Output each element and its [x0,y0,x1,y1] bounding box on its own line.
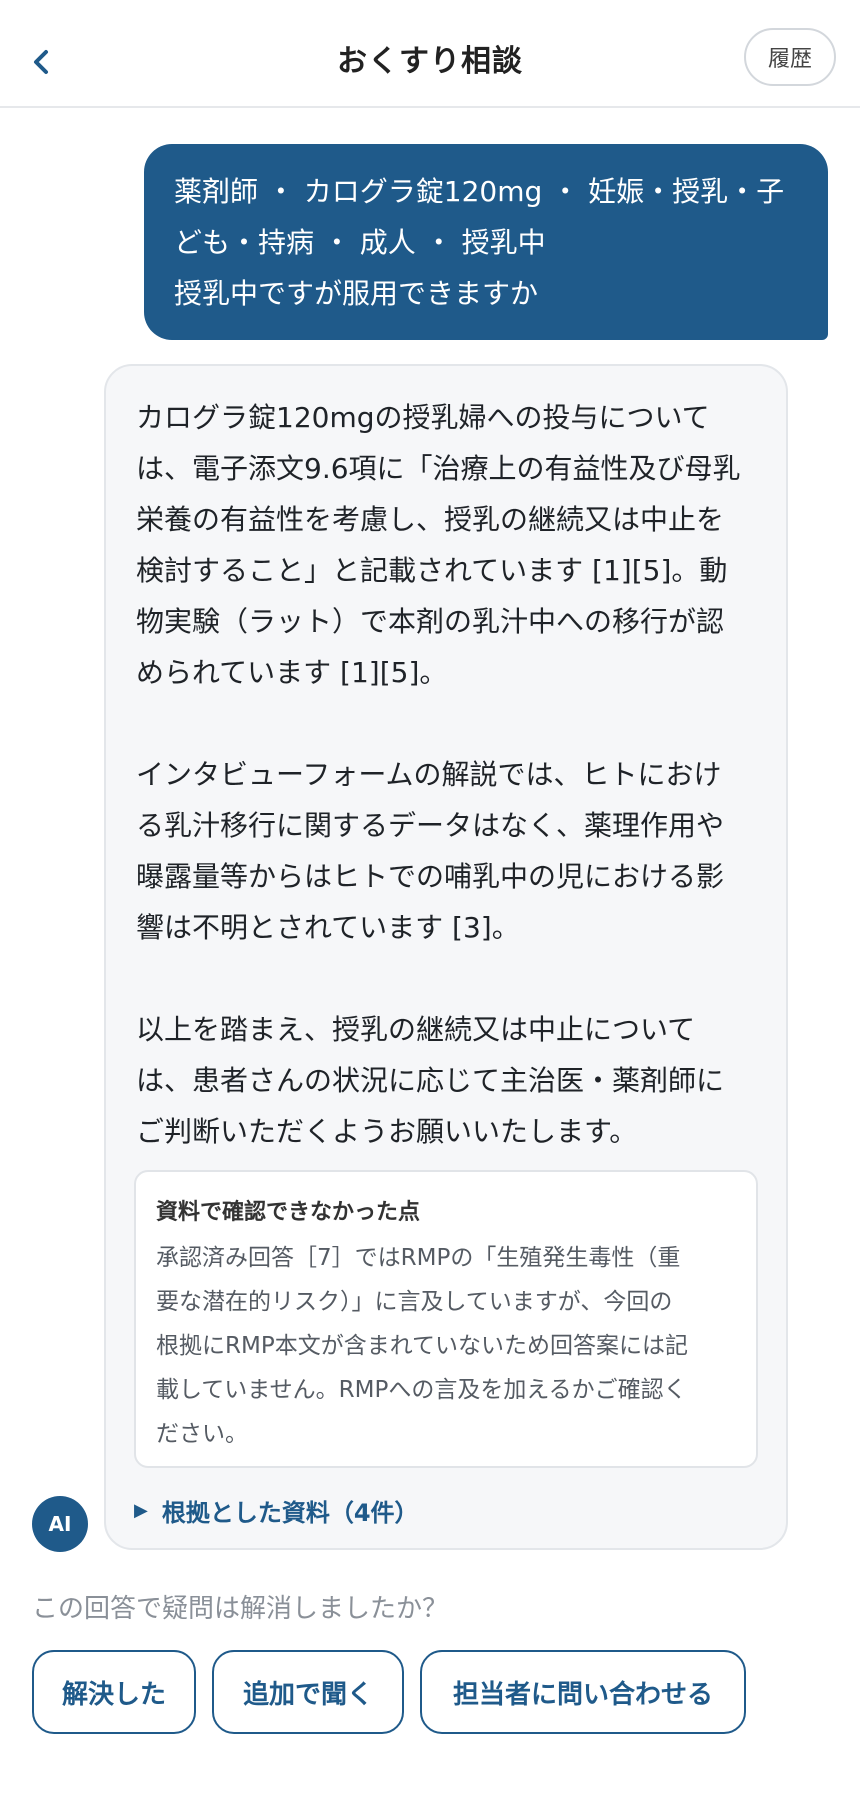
note-line: ださい。 [156,1421,248,1447]
resolved-button[interactable]: 解決した [32,1650,196,1734]
answer-line: は、電子添文9.6項に「治療上の有益性及び母乳 [136,452,741,485]
answer-line: 検討すること」と記載されています [1][5]。動 [136,554,728,587]
triangle-right-icon: ▶ [134,1499,148,1521]
contact-staff-button[interactable]: 担当者に問い合わせる [420,1650,746,1734]
answer-paragraph: カログラ錠120mgの授乳婦への投与について は、電子添文9.6項に「治療上の有… [136,392,756,698]
answer-line: ご判断いただくようお願いいたします。 [136,1115,638,1148]
sources-toggle-label: 根拠とした資料（4件） [161,1498,419,1527]
note-line: 承認済み回答［7］ではRMPの「生殖発生毒性（重 [156,1245,681,1271]
answer-line: 物実験（ラット）で本剤の乳汁中への移行が認 [136,605,725,638]
user-message-line: ども・持病 ・ 成人 ・ 授乳中 [174,226,546,259]
note-body: 承認済み回答［7］ではRMPの「生殖発生毒性（重 要な潜在的リスク）」に言及して… [156,1236,736,1456]
note-line: 載していません。RMPへの言及を加えるかご確認く [156,1377,687,1403]
ai-message-bubble: カログラ錠120mgの授乳婦への投与について は、電子添文9.6項に「治療上の有… [104,364,788,1550]
answer-line: カログラ錠120mgの授乳婦への投与について [136,401,710,434]
app-header: おくすり相談 履歴 [0,0,860,108]
history-button[interactable]: 履歴 [744,28,836,86]
answer-line: 響は不明とされています [3]。 [136,911,520,944]
feedback-question: この回答で疑問は解消しましたか？ [32,1594,449,1624]
answer-line: は、患者さんの状況に応じて主治医・薬剤師に [136,1064,725,1097]
note-title: 資料で確認できなかった点 [156,1200,421,1225]
note-line: 根拠にRMP本文が含まれていないため回答案には記 [156,1333,689,1359]
answer-line: められています [1][5]。 [136,656,448,689]
ai-avatar: AI [32,1496,88,1552]
answer-line: インタビューフォームの解説では、ヒトにおけ [136,758,722,791]
answer-line: る乳汁移行に関するデータはなく、薬理作用や [136,809,725,842]
answer-line: 栄養の有益性を考慮し、授乳の継続又は中止を [136,503,725,536]
answer-line: 以上を踏まえ、授乳の継続又は中止について [136,1013,696,1046]
sources-toggle[interactable]: ▶ 根拠とした資料（4件） [134,1490,419,1530]
user-message-line: 授乳中ですが服用できますか [174,277,539,310]
user-message-line: 薬剤師 ・ カログラ錠120mg ・ 妊娠・授乳・子 [174,175,785,208]
page-title: おくすり相談 [337,44,523,79]
unverified-points-note: 資料で確認できなかった点 承認済み回答［7］ではRMPの「生殖発生毒性（重 要な… [134,1170,758,1468]
answer-paragraph: 以上を踏まえ、授乳の継続又は中止について は、患者さんの状況に応じて主治医・薬剤… [136,1004,756,1157]
ask-more-button[interactable]: 追加で聞く [212,1650,404,1734]
answer-line: 曝露量等からはヒトでの哺乳中の児における影 [136,860,725,893]
answer-paragraph: インタビューフォームの解説では、ヒトにおけ る乳汁移行に関するデータはなく、薬理… [136,749,756,953]
user-message-bubble: 薬剤師 ・ カログラ錠120mg ・ 妊娠・授乳・子 ども・持病 ・ 成人 ・ … [144,144,828,340]
note-line: 要な潜在的リスク）」に言及していますが、今回の [156,1289,673,1315]
